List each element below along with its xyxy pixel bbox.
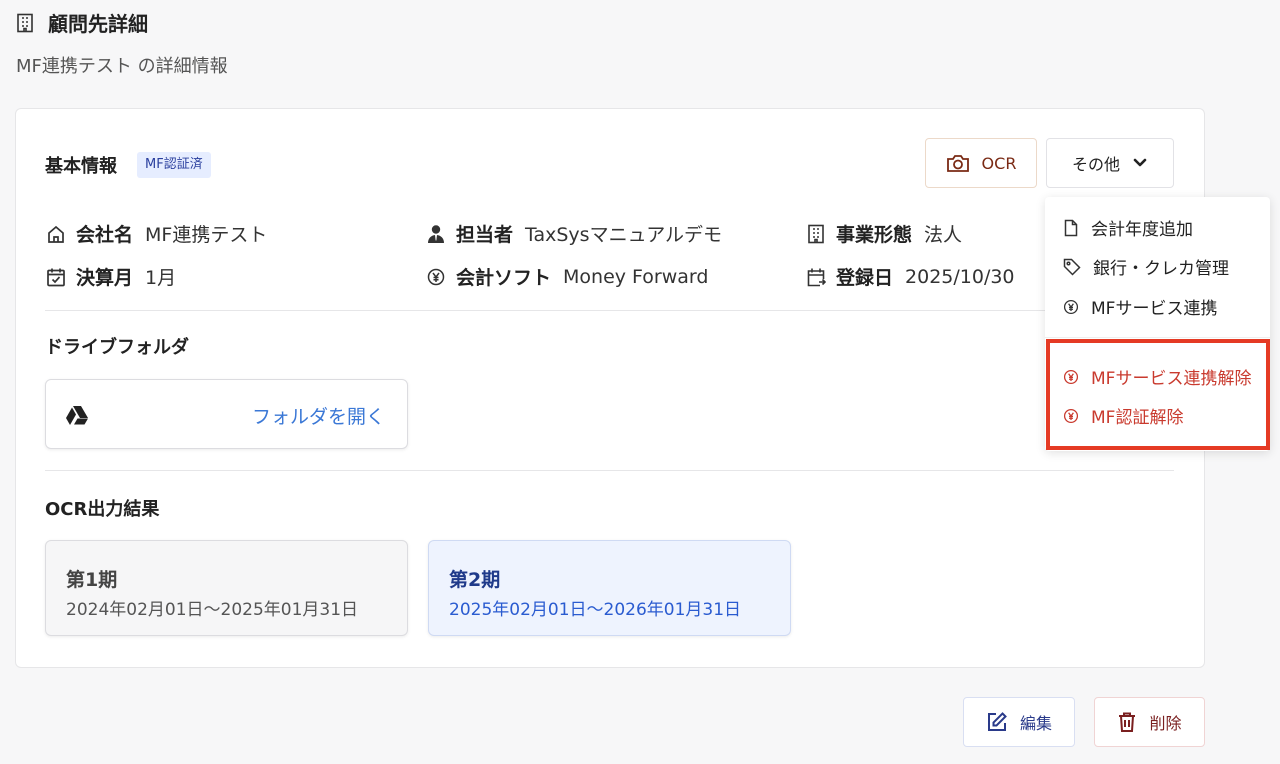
calendar-check-icon [46,267,66,287]
divider [45,310,1174,311]
chevron-down-icon [1132,157,1148,169]
company-label: 会社名 [76,224,134,246]
menu-item-label: MFサービス連携 [1091,299,1218,319]
divider [45,470,1174,471]
edit-button[interactable]: 編集 [963,697,1075,747]
yen-circle-icon [1063,369,1079,385]
period-range: 2024年02月01日〜2025年01月31日 [66,600,359,620]
menu-item-mf-auth-revoke[interactable]: MF認証解除 [1063,403,1183,428]
ocr-results-heading: OCR出力結果 [45,499,160,520]
delete-button-label: 削除 [1149,714,1182,733]
file-icon [1063,219,1079,237]
accounting-software-value: Money Forward [563,265,709,288]
other-menu-label: その他 [1071,155,1120,174]
registered-date-label: 登録日 [836,267,894,289]
fiscal-month-label: 決算月 [76,267,134,289]
calendar-arrow-icon [806,267,826,287]
info-manager: 担当者 TaxSysマニュアルデモ [426,220,722,247]
page-title: 顧問先詳細 [48,12,148,36]
business-type-label: 事業形態 [836,224,913,246]
menu-item-label: 会計年度追加 [1091,220,1193,240]
camera-icon [946,153,970,173]
period-name: 第1期 [66,569,118,591]
company-value: MF連携テスト [145,224,268,246]
drive-heading: ドライブフォルダ [45,337,189,358]
menu-item-label: MFサービス連携解除 [1091,369,1252,389]
menu-item-bank-card[interactable]: 銀行・クレカ管理 [1063,254,1229,279]
delete-button[interactable]: 削除 [1094,697,1205,747]
drive-folder-box[interactable]: フォルダを開く [45,379,408,449]
period-name: 第2期 [449,569,501,591]
page-subtitle: MF連携テスト の詳細情報 [16,56,228,77]
business-type-value: 法人 [924,224,963,246]
info-fiscal-month: 決算月 1月 [46,263,176,290]
menu-item-label: MF認証解除 [1091,408,1184,428]
accounting-software-label: 会計ソフト [456,267,552,289]
edit-icon [986,711,1008,733]
period-range: 2025年02月01日〜2026年01月31日 [449,600,742,620]
menu-item-mf-service-unlink[interactable]: MFサービス連携解除 [1063,364,1251,389]
info-company: 会社名 MF連携テスト [46,220,267,247]
page-header: 顧問先詳細 [16,8,148,37]
registered-date-value: 2025/10/30 [905,265,1015,288]
info-business-type: 事業形態 法人 [806,220,962,247]
tag-icon [1063,258,1081,276]
home-icon [46,224,66,244]
info-registered-date: 登録日 2025/10/30 [806,263,1015,290]
ocr-button-label: OCR [981,153,1017,173]
building-icon [806,224,826,244]
menu-item-mf-service-link[interactable]: MFサービス連携 [1063,294,1217,319]
period-card-1[interactable]: 第1期 2024年02月01日〜2025年01月31日 [45,540,408,636]
user-tie-icon [426,224,446,244]
trash-icon [1117,711,1137,733]
ocr-button[interactable]: OCR [925,138,1037,188]
menu-item-label: 銀行・クレカ管理 [1093,259,1229,279]
period-card-2[interactable]: 第2期 2025年02月01日〜2026年01月31日 [428,540,791,636]
other-menu-button[interactable]: その他 [1046,138,1174,188]
edit-button-label: 編集 [1019,714,1052,733]
basic-info-heading: 基本情報 [45,156,117,177]
yen-circle-icon [1063,299,1079,315]
menu-item-add-fiscal-year[interactable]: 会計年度追加 [1063,215,1193,240]
menu-separator [1045,337,1270,338]
yen-circle-icon [1063,408,1079,424]
fiscal-month-value: 1月 [145,267,177,289]
open-folder-link[interactable]: フォルダを開く [252,402,385,429]
mf-auth-badge: MF認証済 [137,152,211,178]
building-icon [16,13,34,33]
manager-label: 担当者 [456,224,514,246]
info-accounting-software: 会計ソフト Money Forward [426,263,708,290]
manager-value: TaxSysマニュアルデモ [525,224,722,246]
google-drive-icon [66,405,88,425]
other-dropdown-menu: 会計年度追加 銀行・クレカ管理 MFサービス連携 MFサービス連携解除 MF認証… [1045,197,1270,451]
yen-circle-icon [426,267,446,287]
